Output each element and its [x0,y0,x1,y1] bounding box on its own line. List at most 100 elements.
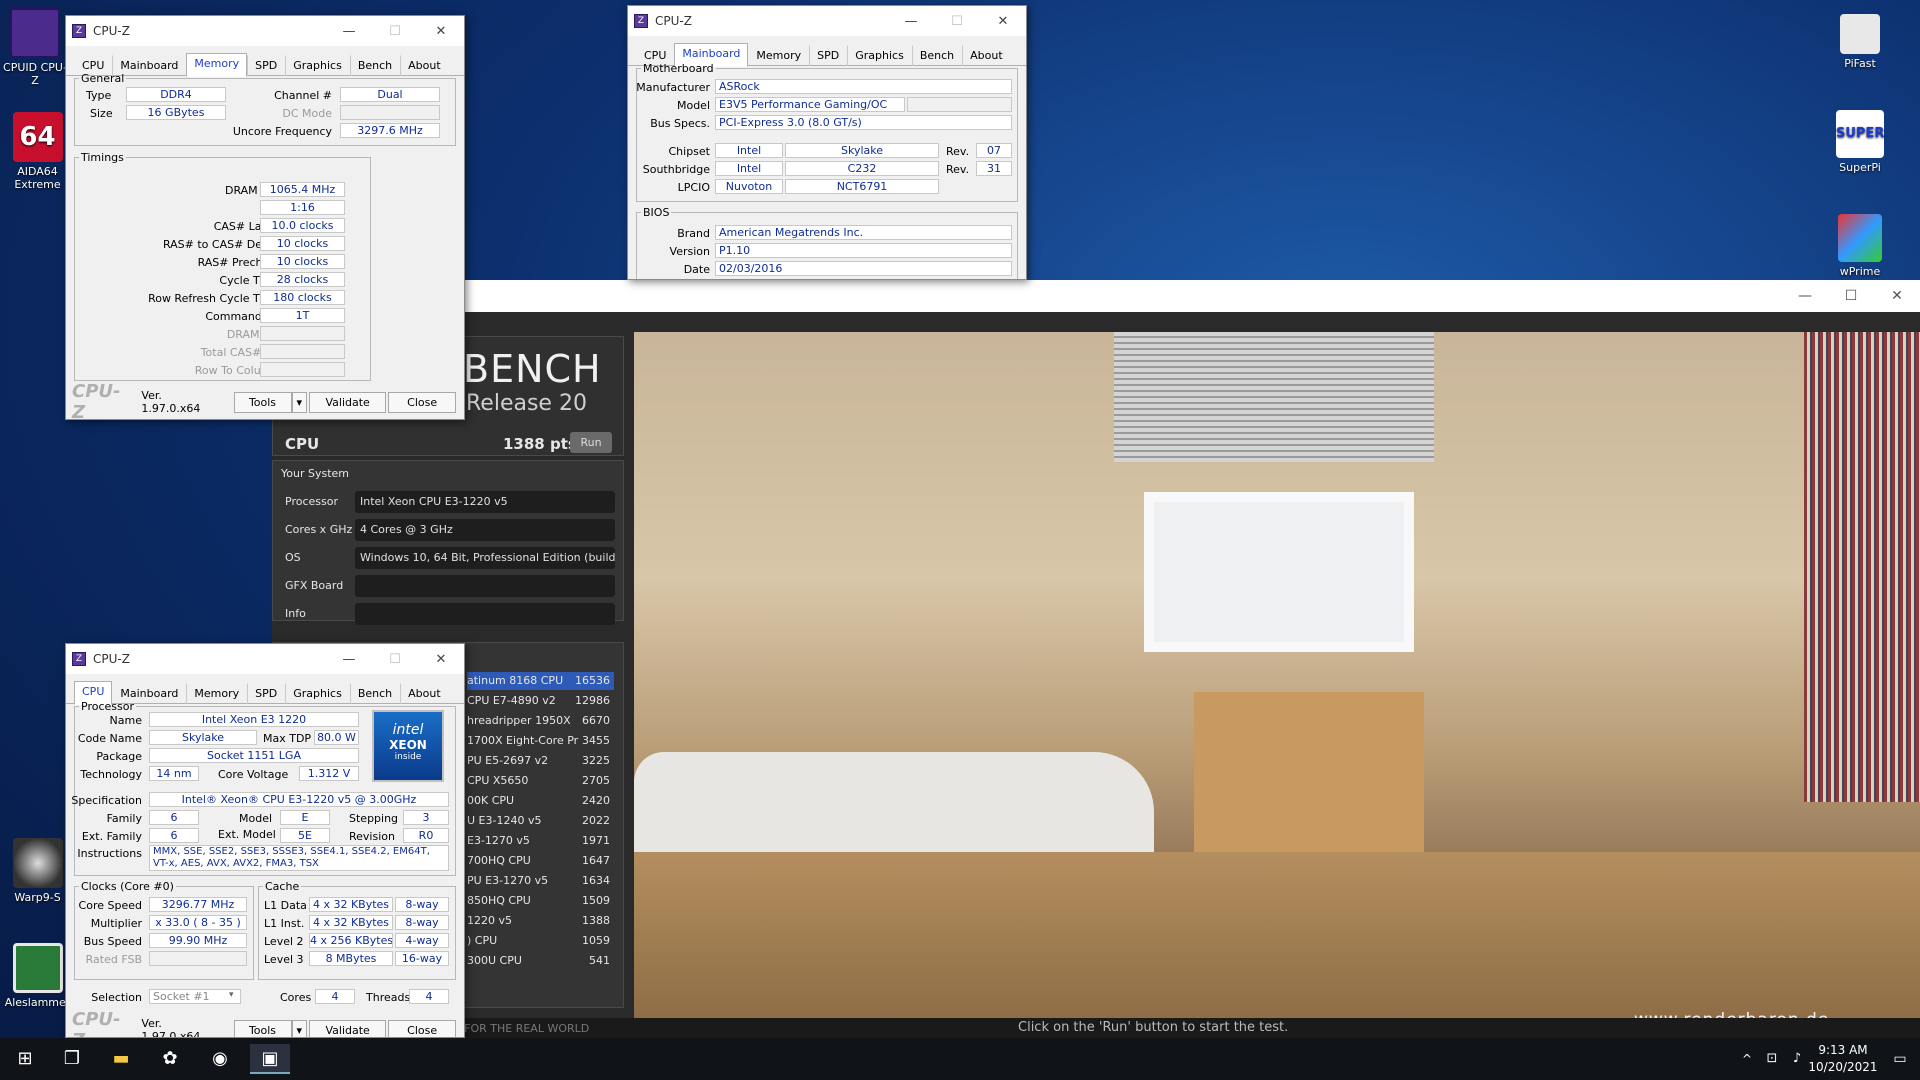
system-value: Windows 10, 64 Bit, Professional Edition… [355,547,615,569]
cinebench-taskbar-icon[interactable]: ◉ [200,1044,240,1074]
l1data-value: 4 x 32 KBytes [309,897,393,912]
inside-text: inside [394,752,422,762]
run-button[interactable]: Run [570,432,612,453]
intel-brand: intel [392,722,424,738]
minimize-icon[interactable]: — [888,14,934,29]
southbridge-rev: 31 [976,161,1012,176]
ranking-score: 1059 [582,934,610,947]
version-label: Version [669,245,710,258]
threads-label: Threads [366,991,411,1004]
cores-label: Cores [280,991,312,1004]
cores-value: 4 [315,989,355,1004]
selection-dropdown[interactable]: Socket #1 [149,989,241,1004]
desktop-icon-pifast[interactable]: PiFast [1820,14,1900,70]
timing-value: 10 clocks [260,254,345,269]
ranking-cpu-name: ) CPU [467,934,498,947]
timing-value [260,344,345,359]
desktop-icon-superpi[interactable]: SUPER SuperPi [1820,110,1900,174]
ranking-row[interactable]: U E3-1240 v5 2022 [467,812,614,830]
desktop-icon-wprime[interactable]: wPrime [1820,214,1900,278]
ranking-row[interactable]: 00K CPU 2420 [467,792,614,810]
minimize-icon[interactable]: — [326,24,372,39]
technology-value: 14 nm [149,766,199,781]
ranking-row[interactable]: CPU X5650 2705 [467,772,614,790]
system-value [355,575,615,597]
intel-xeon-badge: intel XEON inside [372,710,444,782]
render-image: www.renderbaron.de [634,332,1920,1038]
tools-button[interactable]: Tools [233,391,292,413]
l1inst-value: 4 x 32 KBytes [309,915,393,930]
tdp-label: Max TDP [263,732,312,745]
ranking-row[interactable]: PU E3-1270 v5 1634 [467,872,614,890]
close-icon[interactable]: ✕ [418,24,464,39]
minimize-icon[interactable]: — [326,652,372,667]
validate-button[interactable]: Validate [309,1019,387,1037]
ranking-row[interactable]: 850HQ CPU 1509 [467,892,614,910]
table [1194,692,1424,852]
extmodel-value: 5E [280,828,330,843]
timing-value: 28 clocks [260,272,345,287]
notification-icon[interactable]: ▭ [1880,1044,1920,1074]
close-icon[interactable]: ✕ [1874,288,1920,304]
ranking-row[interactable]: atinum 8168 CPU 16536 [467,672,614,690]
maximize-icon[interactable]: ☐ [1828,288,1874,304]
maximize-icon[interactable]: ☐ [934,14,980,29]
desktop-icon-warp9[interactable]: Warp9-S [0,838,75,904]
maximize-icon[interactable]: ☐ [372,24,418,39]
stepping-label: Stepping [349,812,399,825]
close-button[interactable]: Close [388,391,456,413]
chevron-down-icon[interactable]: ▾ [229,990,234,1000]
desktop-icon-aida64[interactable]: 64 AIDA64 Extreme [0,112,75,191]
close-icon[interactable]: ✕ [418,652,464,667]
clock-time[interactable]: 9:13 AM [1806,1043,1880,1057]
close-icon[interactable]: ✕ [980,14,1026,29]
cpuz-taskbar-icon[interactable]: ▣ [250,1044,290,1074]
windows-start-icon[interactable]: ⊞ [5,1044,45,1074]
close-button[interactable]: Close [388,1019,456,1037]
aleslammer-icon [12,943,63,993]
minimize-icon[interactable]: — [1782,288,1828,304]
app-icon[interactable]: ✿ [150,1044,190,1074]
family-value: 6 [149,810,199,825]
date-value: 02/03/2016 [715,261,1012,276]
name-value: Intel Xeon E3 1220 [149,712,359,727]
xeon-line: XEON [389,738,427,752]
brand-label: Brand [677,227,710,240]
file-explorer-icon[interactable]: ▬ [101,1044,141,1074]
titlebar: Z CPU-Z — ☐ ✕ [628,6,1026,36]
ranking-row[interactable]: hreadripper 1950X 6670 [467,712,614,730]
task-view-icon[interactable]: ❐ [52,1044,92,1074]
warp9-icon [12,838,63,888]
ranking-row[interactable]: 1700X Eight-Core Pr 3455 [467,732,614,750]
tools-dropdown-icon[interactable]: ▾ [291,1019,308,1037]
ranking-cpu-name: 850HQ CPU [467,894,531,907]
timing-value: 10 clocks [260,236,345,251]
southbridge-label: Southbridge [642,163,710,176]
tools-button[interactable]: Tools [233,1019,292,1037]
desktop-icon-cpuz[interactable]: CPUID CPU-Z [0,8,70,87]
ranking-row[interactable]: 300U CPU 541 [467,952,614,970]
l1inst-label: L1 Inst. [264,917,305,930]
maximize-icon[interactable]: ☐ [372,652,418,667]
cpuz-mainboard-window: Z CPU-Z — ☐ ✕ CPU Mainboard Memory SPD G… [627,5,1027,280]
uncore-label: Uncore Frequency [232,125,332,138]
corespeed-label: Core Speed [78,899,142,912]
clock-date[interactable]: 10/20/2021 [1806,1060,1880,1074]
package-value: Socket 1151 LGA [149,748,359,763]
system-label: GFX Board [285,579,344,592]
ranking-row[interactable]: 700HQ CPU 1647 [467,852,614,870]
timing-value: 180 clocks [260,290,345,305]
system-value: 4 Cores @ 3 GHz [355,519,615,541]
ranking-row[interactable]: E3-1270 v5 1971 [467,832,614,850]
validate-button[interactable]: Validate [309,391,387,413]
ranking-row[interactable]: ) CPU 1059 [467,932,614,950]
system-value [355,603,615,625]
ranking-row[interactable]: 1220 v5 1388 [467,912,614,930]
ranking-score: 2022 [582,814,610,827]
type-label: Type [86,89,112,102]
tools-dropdown-icon[interactable]: ▾ [291,391,308,413]
desktop-icon-aleslammer[interactable]: Aleslammer [0,943,75,1009]
ranking-row[interactable]: CPU E7-4890 v2 12986 [467,692,614,710]
ranking-row[interactable]: PU E5-2697 v2 3225 [467,752,614,770]
corespeed-value: 3296.77 MHz [149,897,247,912]
